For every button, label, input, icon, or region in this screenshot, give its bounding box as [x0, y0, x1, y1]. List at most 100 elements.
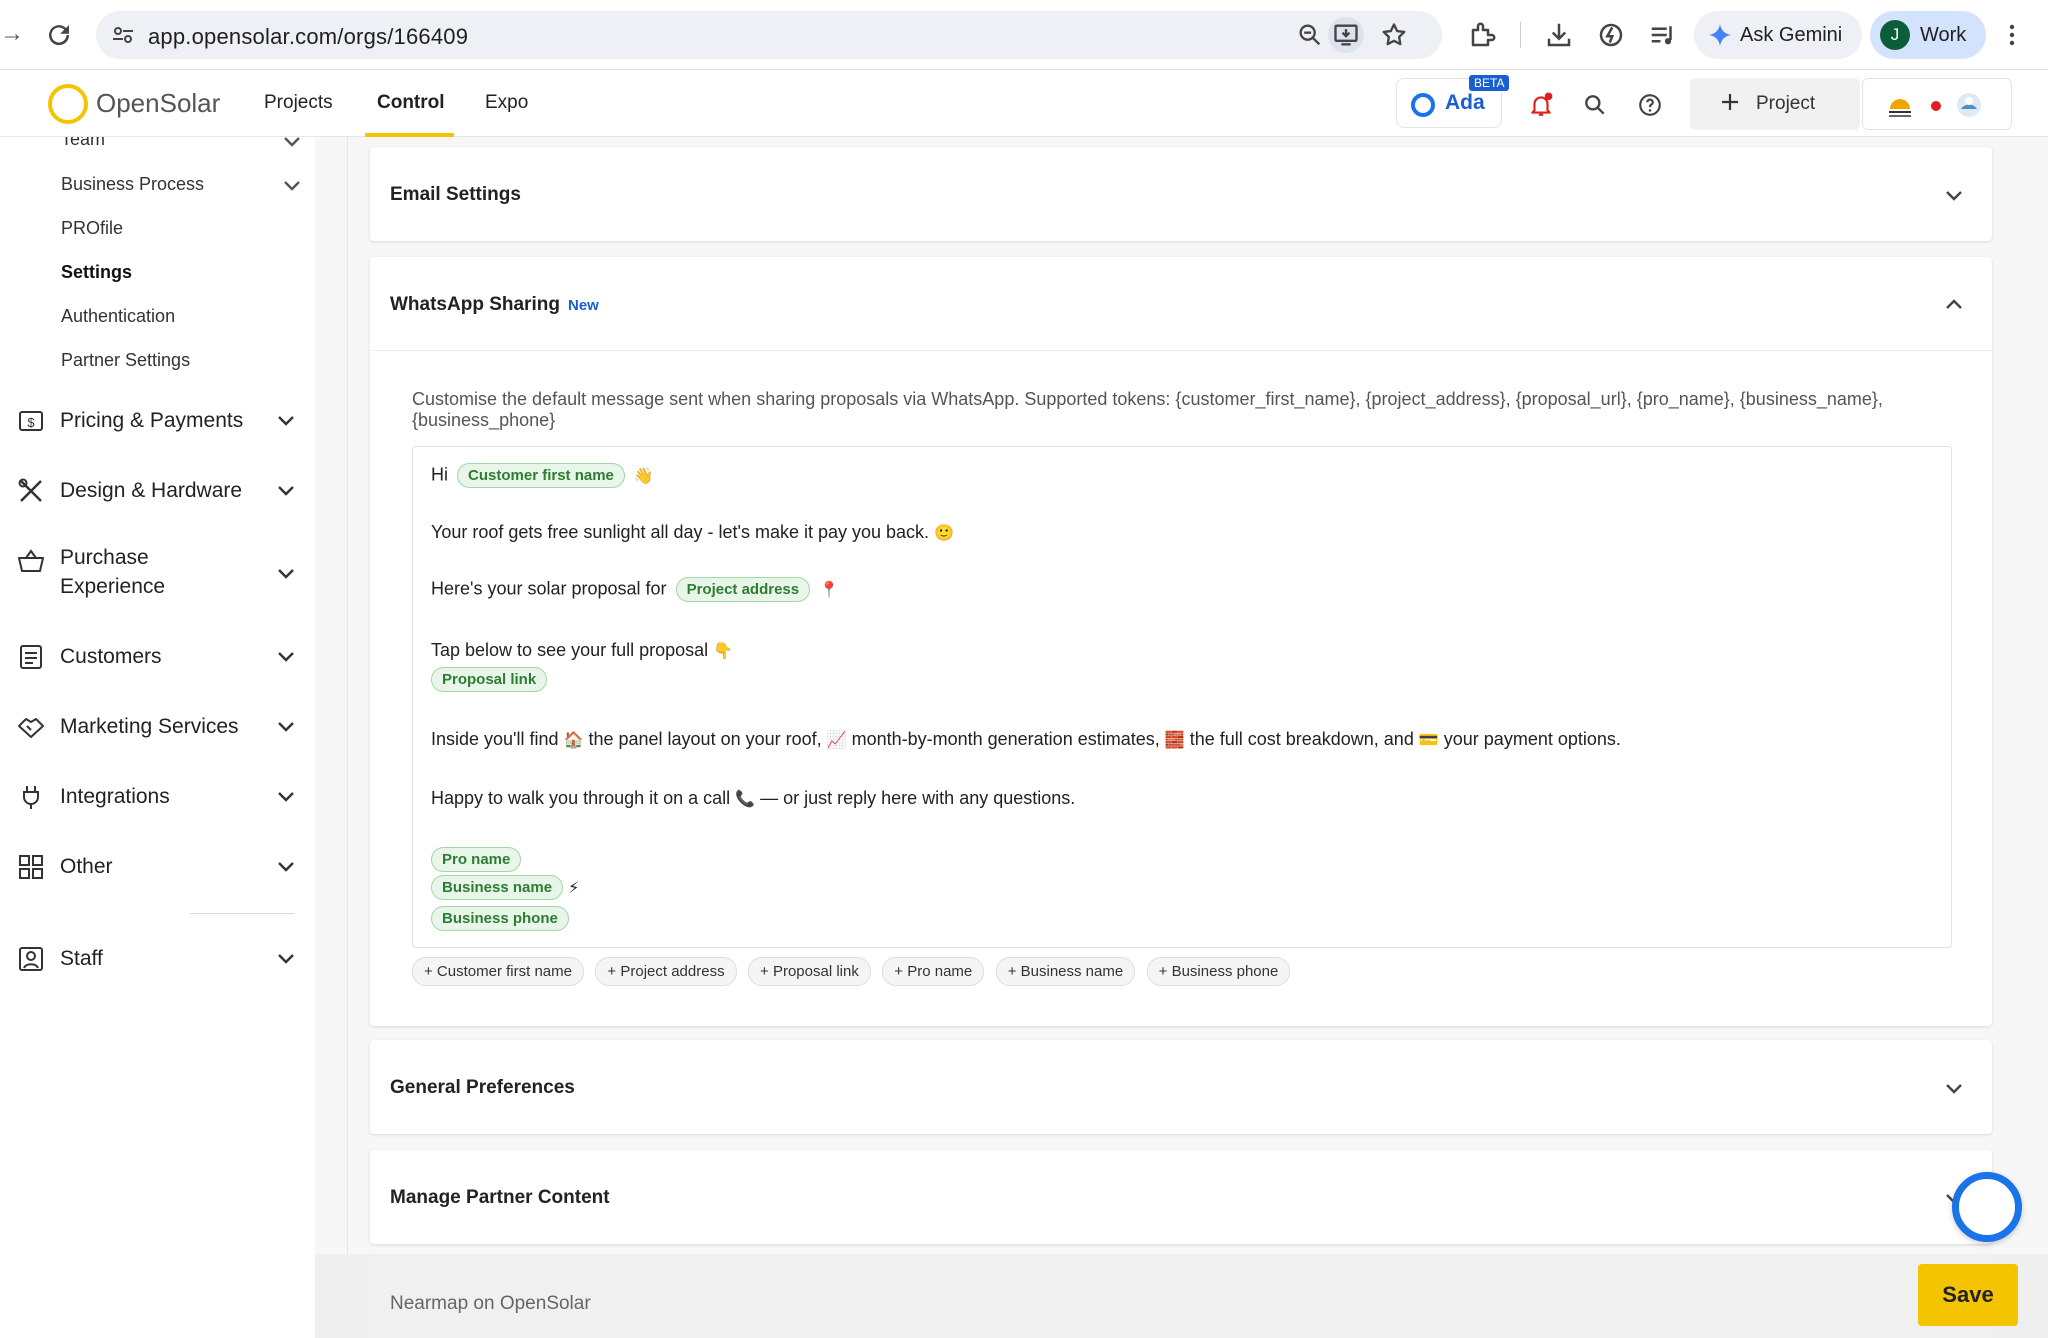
ada-assistant-button[interactable]: Ada BETA	[1396, 75, 1510, 128]
inside-text-b: the panel layout on your roof,	[588, 729, 822, 749]
chevron-down-icon[interactable]	[276, 650, 296, 664]
token-chip-customer-first-name[interactable]: Customer first name	[457, 463, 625, 488]
media-controls-icon[interactable]	[1648, 20, 1678, 50]
general-preferences-section[interactable]: General Preferences	[370, 1040, 1992, 1134]
sidebar-item-business-process[interactable]: Business Process	[61, 174, 204, 195]
save-button[interactable]: Save	[1918, 1264, 2018, 1326]
insert-customer-first-name-button[interactable]: + Customer first name	[412, 957, 584, 986]
sidebar-item-staff[interactable]: Staff	[60, 944, 103, 973]
chevron-down-icon[interactable]	[276, 484, 296, 498]
sidebar-item-pricing-payments[interactable]: Pricing & Payments	[60, 406, 243, 435]
message-line-inside: Inside you'll find 🏠 the panel layout on…	[431, 729, 1621, 750]
site-info-icon[interactable]	[110, 23, 136, 47]
ask-gemini-button[interactable]: Ask Gemini	[1694, 11, 1862, 59]
chevron-up-icon[interactable]	[1944, 297, 1964, 311]
chevron-down-icon[interactable]	[276, 860, 296, 874]
inside-text-c: month-by-month generation estimates,	[851, 729, 1160, 749]
sidebar-item-partner-settings[interactable]: Partner Settings	[61, 350, 190, 371]
sidebar-item-team[interactable]: Team	[61, 137, 105, 150]
token-chip-project-address[interactable]: Project address	[675, 577, 811, 602]
address-bar[interactable]: app.opensolar.com/orgs/166409	[96, 11, 1442, 59]
downloads-icon[interactable]	[1544, 20, 1574, 50]
chevron-down-icon[interactable]	[282, 137, 302, 149]
app-header: OpenSolar Projects Control Expo Ada BETA…	[0, 70, 2048, 137]
tap-below-text: Tap below to see your full proposal	[431, 640, 709, 660]
insert-pro-name-button[interactable]: + Pro name	[882, 957, 985, 986]
sidebar-item-purchase-experience[interactable]: Purchase	[60, 543, 149, 572]
bookmark-star-icon[interactable]	[1380, 21, 1408, 49]
inside-text-e: your payment options.	[1443, 729, 1621, 749]
sidebar: Team Business Process PROfile Settings A…	[0, 137, 315, 1338]
point-down-emoji-icon: 👇	[713, 643, 734, 661]
nav-tab-control[interactable]: Control	[377, 92, 445, 114]
sidebar-item-purchase-experience-line2[interactable]: Experience	[60, 572, 165, 601]
manage-partner-content-section[interactable]: Manage Partner Content	[370, 1150, 1992, 1244]
insert-business-name-button[interactable]: + Business name	[995, 957, 1136, 986]
new-badge: New	[568, 297, 599, 314]
sidebar-item-settings[interactable]: Settings	[61, 262, 132, 283]
nearmap-section-title[interactable]: Nearmap on OpenSolar	[390, 1293, 591, 1315]
sidebar-item-profile[interactable]: PROfile	[61, 218, 123, 239]
message-line-greeting: Hi Customer first name 👋	[431, 463, 654, 488]
performance-icon[interactable]	[1596, 20, 1626, 50]
search-icon[interactable]	[1582, 92, 1608, 118]
chevron-down-icon[interactable]	[1944, 1082, 1964, 1096]
nav-tab-projects[interactable]: Projects	[264, 92, 333, 114]
grid-icon	[19, 855, 43, 879]
token-chip-proposal-link[interactable]: Proposal link	[431, 667, 548, 692]
phone-emoji-icon: 📞	[735, 791, 756, 809]
reload-icon[interactable]	[44, 20, 74, 50]
org-switcher-button[interactable]	[1862, 78, 2012, 130]
url-text[interactable]: app.opensolar.com/orgs/166409	[148, 24, 468, 50]
extensions-icon[interactable]	[1468, 20, 1498, 50]
chevron-down-icon[interactable]	[282, 179, 302, 193]
ask-gemini-label: Ask Gemini	[1740, 24, 1843, 46]
inside-text-d: the full cost breakdown, and	[1189, 729, 1414, 749]
insert-business-phone-button[interactable]: + Business phone	[1146, 957, 1291, 986]
profile-button[interactable]: J Work	[1870, 11, 1986, 59]
chevron-down-icon[interactable]	[276, 567, 296, 581]
manage-partner-content-title[interactable]: Manage Partner Content	[390, 1187, 610, 1209]
dollar-box-icon: $	[19, 411, 43, 431]
forward-arrow-icon[interactable]: →	[0, 22, 24, 46]
ada-floating-button-icon[interactable]	[1952, 1172, 2022, 1242]
sidebar-item-integrations[interactable]: Integrations	[60, 782, 170, 811]
email-settings-section[interactable]: Email Settings	[370, 147, 1992, 241]
notifications-bell-icon[interactable]	[1528, 92, 1554, 118]
user-avatar-icon	[1957, 93, 1981, 117]
browser-menu-icon[interactable]	[2002, 20, 2022, 50]
inside-text-a: Inside you'll find	[431, 729, 559, 749]
app-logo-text[interactable]: OpenSolar	[96, 88, 220, 119]
chevron-down-icon[interactable]	[276, 790, 296, 804]
tools-icon	[18, 478, 42, 502]
sidebar-item-authentication[interactable]: Authentication	[61, 306, 175, 327]
install-app-icon[interactable]	[1332, 21, 1360, 49]
help-icon[interactable]	[1637, 92, 1663, 118]
general-preferences-title[interactable]: General Preferences	[390, 1077, 575, 1099]
new-project-button[interactable]: Project	[1690, 78, 1860, 130]
token-chip-business-name[interactable]: Business name	[431, 875, 564, 900]
insert-project-address-button[interactable]: + Project address	[595, 957, 737, 986]
whatsapp-sharing-title[interactable]: WhatsApp Sharing	[390, 294, 560, 316]
badge-icon	[19, 947, 43, 971]
org-logo-icon	[1889, 99, 1911, 117]
token-chip-pro-name[interactable]: Pro name	[431, 847, 522, 872]
sidebar-item-design-hardware[interactable]: Design & Hardware	[60, 476, 242, 505]
token-chip-business-phone[interactable]: Business phone	[431, 906, 569, 931]
whatsapp-message-editor[interactable]: Hi Customer first name 👋 Your roof gets …	[412, 446, 1952, 948]
zoom-icon[interactable]	[1296, 21, 1324, 49]
insert-token-buttons: + Customer first name + Project address …	[412, 957, 1297, 987]
chevron-down-icon[interactable]	[276, 952, 296, 966]
sidebar-item-customers[interactable]: Customers	[60, 642, 162, 671]
address-book-icon	[20, 645, 42, 669]
email-settings-title[interactable]: Email Settings	[390, 184, 521, 206]
nav-tab-expo[interactable]: Expo	[485, 92, 528, 114]
sidebar-item-other[interactable]: Other	[60, 852, 113, 881]
insert-proposal-link-button[interactable]: + Proposal link	[748, 957, 871, 986]
opensolar-logo-icon[interactable]	[48, 84, 88, 124]
chevron-down-icon[interactable]	[1944, 189, 1964, 203]
sidebar-divider	[190, 913, 294, 914]
sidebar-item-marketing-services[interactable]: Marketing Services	[60, 712, 239, 741]
chevron-down-icon[interactable]	[276, 414, 296, 428]
chevron-down-icon[interactable]	[276, 720, 296, 734]
